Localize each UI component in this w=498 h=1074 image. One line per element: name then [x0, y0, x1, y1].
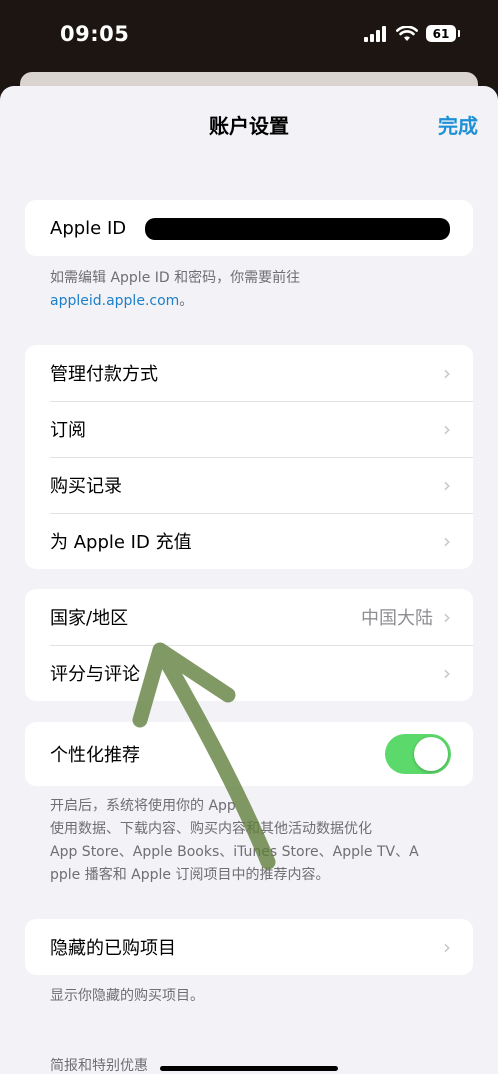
- country-region-label: 国家/地区: [50, 608, 129, 629]
- purchase-history-row[interactable]: 购买记录 ›: [25, 457, 473, 513]
- wifi-icon: [396, 25, 418, 41]
- region-group: 国家/地区 中国大陆 › 评分与评论 ›: [25, 589, 473, 701]
- personalization-note-line: 使用数据、下载内容、购买内容和其他活动数据优化: [50, 821, 372, 837]
- chevron-right-icon: ›: [443, 605, 451, 629]
- manage-payment-row[interactable]: 管理付款方式 ›: [25, 345, 473, 401]
- home-indicator[interactable]: [160, 1066, 338, 1071]
- personalized-recommendations-row: 个性化推荐: [25, 722, 473, 786]
- hidden-purchases-note: 显示你隐藏的购买项目。: [50, 988, 204, 1004]
- country-region-value: 中国大陆: [361, 608, 433, 629]
- account-settings-sheet: 账户设置 完成 Apple ID 如需编辑 Apple ID 和密码，你需要前往…: [0, 86, 498, 1074]
- apple-id-note-text: 如需编辑 Apple ID 和密码，你需要前往: [50, 270, 301, 286]
- subscriptions-row[interactable]: 订阅 ›: [25, 401, 473, 457]
- chevron-right-icon: ›: [443, 417, 451, 441]
- page-title: 账户设置: [209, 114, 289, 138]
- apple-id-row: Apple ID: [25, 200, 473, 256]
- chevron-right-icon: ›: [443, 529, 451, 553]
- status-time: 09:05: [60, 22, 130, 46]
- done-button[interactable]: 完成: [438, 110, 478, 139]
- newsletter-section-header: 简报和特别优惠: [50, 1058, 148, 1074]
- status-icons: 61: [364, 25, 460, 42]
- personalization-note-line: 开启后，系统将使用你的 App: [50, 798, 236, 814]
- redacted-apple-id: [145, 218, 450, 240]
- country-region-row[interactable]: 国家/地区 中国大陆 ›: [25, 589, 473, 645]
- ratings-reviews-row[interactable]: 评分与评论 ›: [25, 645, 473, 701]
- apple-id-group: Apple ID: [25, 200, 473, 256]
- chevron-right-icon: ›: [443, 473, 451, 497]
- apple-id-note: 如需编辑 Apple ID 和密码，你需要前往 appleid.apple.co…: [50, 267, 450, 313]
- add-funds-row[interactable]: 为 Apple ID 充值 ›: [25, 513, 473, 569]
- apple-id-note-tail: 。: [179, 293, 194, 309]
- personalized-recommendations-toggle[interactable]: [385, 734, 451, 774]
- chevron-right-icon: ›: [443, 935, 451, 959]
- personalization-note-line: pple 播客和 Apple 订阅项目中的推荐内容。: [50, 867, 330, 883]
- signal-icon: [364, 25, 386, 42]
- personalization-note-line: App Store、Apple Books、iTunes Store、Apple…: [50, 844, 419, 860]
- chevron-right-icon: ›: [443, 661, 451, 685]
- status-bar: 09:05 61: [0, 0, 498, 80]
- hidden-purchases-group: 隐藏的已购项目 ›: [25, 919, 473, 975]
- personalization-group: 个性化推荐: [25, 722, 473, 786]
- hidden-purchases-label: 隐藏的已购项目: [50, 938, 176, 959]
- add-funds-label: 为 Apple ID 充值: [50, 532, 192, 553]
- subscriptions-label: 订阅: [50, 420, 86, 441]
- payment-group: 管理付款方式 › 订阅 › 购买记录 › 为 Apple ID 充值 ›: [25, 345, 473, 569]
- ratings-reviews-label: 评分与评论: [50, 664, 140, 685]
- chevron-right-icon: ›: [443, 361, 451, 385]
- personalized-recommendations-label: 个性化推荐: [50, 745, 140, 766]
- manage-payment-label: 管理付款方式: [50, 364, 158, 385]
- hidden-purchases-row[interactable]: 隐藏的已购项目 ›: [25, 919, 473, 975]
- toggle-knob: [414, 737, 448, 771]
- battery-icon: 61: [426, 25, 460, 42]
- purchase-history-label: 购买记录: [50, 476, 122, 497]
- battery-level: 61: [432, 26, 450, 41]
- appleid-link[interactable]: appleid.apple.com: [50, 293, 179, 309]
- personalization-note: 开启后，系统将使用你的 App 使用数据、下载内容、购买内容和其他活动数据优化 …: [50, 795, 470, 887]
